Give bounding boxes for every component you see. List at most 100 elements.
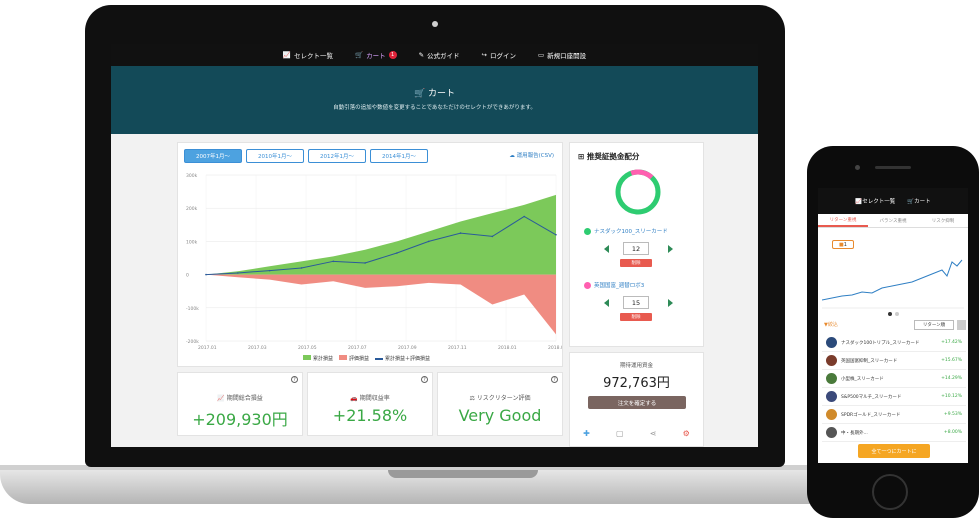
list-item[interactable]: S&P500マルチ_スリーカード +10.12% <box>822 388 966 406</box>
login-icon: ↪ <box>481 51 487 59</box>
help-icon[interactable]: ? <box>291 376 298 383</box>
download-report-link[interactable]: ☁ 運用報告(CSV) <box>509 151 554 159</box>
y-tick-label: 100k <box>186 239 198 245</box>
nav-item-guide[interactable]: ✎ 公式ガイド <box>419 50 460 60</box>
chart-icon: 📈 <box>217 395 227 402</box>
period-button-2007[interactable]: 2007年1月〜 <box>184 149 242 163</box>
data-point-total <box>396 252 398 254</box>
cart-banner: 🛒 カート 自動引落の追加や数値を変更することであなただけのセレクトができあがり… <box>111 66 758 134</box>
increment-arrow-icon[interactable] <box>668 245 673 253</box>
laptop-notch <box>388 470 538 478</box>
list-item[interactable]: SPDRゴールド_スリーカード +9.53% <box>822 406 966 424</box>
decrement-arrow-icon[interactable] <box>604 299 609 307</box>
period-button-2010[interactable]: 2010年1月〜 <box>246 149 304 163</box>
add-all-to-cart-button[interactable]: 全て一つにカートに <box>858 444 930 458</box>
fund-name-1[interactable]: ナスダック100_スリーカード <box>584 227 668 235</box>
chart-legend: 累計損益 評価損益 累計損益＋評価損益 <box>303 355 430 362</box>
summary-value: 972,763円 <box>603 376 670 391</box>
chart-icon: 📈 <box>282 51 291 59</box>
period-chip[interactable]: ■ 1 <box>832 240 854 249</box>
delete-button-2[interactable]: 削除 <box>620 313 652 321</box>
performance-chart-panel: 2007年1月〜 2010年1月〜 2012年1月〜 2014年1月〜 ☁ 運用… <box>177 142 563 367</box>
phone-mini-chart <box>822 259 964 309</box>
fund-name-2[interactable]: 英国国富_週替ロボ3 <box>584 281 644 289</box>
nav-item-cart[interactable]: 🛒 カート 1 <box>355 50 397 60</box>
doc-icon: ✎ <box>418 51 425 59</box>
cloud-download-icon: ☁ <box>509 153 517 159</box>
period-button-2012[interactable]: 2012年1月〜 <box>308 149 366 163</box>
list-item[interactable]: 小型株_スリーカード +14.29% <box>822 370 966 388</box>
filter-toggle[interactable]: ▼絞込 <box>824 321 838 328</box>
help-icon[interactable]: ? <box>551 376 558 383</box>
cart-icon: 🛒 <box>354 51 364 59</box>
page-dot <box>888 312 892 316</box>
nav-item-select-list[interactable]: 📈セレクト一覧 <box>855 197 895 205</box>
car-icon: 🚗 <box>350 395 360 402</box>
series-area-cumulative <box>206 194 556 275</box>
stat-return-rate: ? 🚗 期間収益率 +21.58% <box>307 372 433 436</box>
share-icon[interactable]: ⋖ <box>650 429 657 438</box>
nav-item-cart[interactable]: 🛒カート <box>907 197 930 205</box>
camera-icon <box>855 165 860 170</box>
tab-return[interactable]: リターン重視 <box>818 214 868 227</box>
sort-select[interactable]: リターン順 <box>914 320 954 330</box>
plus-icon[interactable]: ✚ <box>583 429 590 438</box>
list-item[interactable]: ナスダック100トリプル_スリーカード +17.42% <box>822 334 966 352</box>
document-icon[interactable]: ▢ <box>616 429 624 438</box>
stat-value: Very Good <box>458 406 542 425</box>
phone-tabs: リターン重視 バランス重視 リスク抑制 <box>818 214 968 228</box>
allocation-donut <box>615 169 661 215</box>
avatar <box>826 373 837 384</box>
x-tick-label: 2018.01 <box>498 345 517 351</box>
speaker-icon <box>875 166 911 169</box>
data-point-total <box>491 235 494 238</box>
data-point-total <box>205 273 207 276</box>
avatar <box>826 337 837 348</box>
scale-icon: ⚖ <box>469 395 477 402</box>
allocation-title: ⊞ 推奨証拠金配分 <box>578 152 640 161</box>
home-button[interactable] <box>872 474 908 510</box>
period-button-2014[interactable]: 2014年1月〜 <box>370 149 428 163</box>
tab-balance[interactable]: バランス重視 <box>868 214 918 227</box>
stat-total-pnl: ? 📈 期間総合損益 +209,930円 <box>177 372 303 436</box>
data-point-total <box>427 240 430 243</box>
y-tick-label: 200k <box>186 206 198 212</box>
performance-chart: 300k 200k 100k 0 -100k -200k2017.01 2017.03 201… <box>186 173 562 351</box>
phone-screen: 📈セレクト一覧 🛒カート リターン重視 バランス重視 リスク抑制 ■ 1 ▼絞込… <box>818 188 968 463</box>
legend-item-cumulative: 累計損益 <box>303 355 333 362</box>
x-tick-label: 2017.03 <box>248 345 267 351</box>
top-nav: 📈 セレクト一覧 🛒 カート 1 ✎ 公式ガイド ↪ ログイン ▭ 新規口座開設 <box>111 44 758 66</box>
list-item[interactable]: 英国国富抑制_スリーカード +15.67% <box>822 352 966 370</box>
gear-icon[interactable]: ⚙ <box>683 429 690 438</box>
stat-value: +21.58% <box>332 406 408 425</box>
data-point-total <box>364 262 366 264</box>
data-point-total <box>555 233 557 236</box>
phone-nav: 📈セレクト一覧 🛒カート <box>818 188 968 214</box>
decrement-arrow-icon[interactable] <box>604 245 609 253</box>
increment-arrow-icon[interactable] <box>668 299 673 307</box>
quantity-stepper-1[interactable]: 12 <box>623 242 649 255</box>
x-tick-label: 2017.01 <box>198 345 217 351</box>
sort-close-icon[interactable] <box>957 320 966 330</box>
nav-item-login[interactable]: ↪ ログイン <box>482 50 516 60</box>
data-point-total <box>459 232 462 234</box>
quantity-stepper-2[interactable]: 15 <box>623 296 649 309</box>
allocation-panel: ⊞ 推奨証拠金配分 ナスダック100_スリーカード 12 削除 英国国富_週替ロ… <box>569 142 704 347</box>
y-tick-label: -100k <box>186 306 199 312</box>
list-item[interactable]: 中・長期外... +8.00% <box>822 424 966 442</box>
delete-button-1[interactable]: 削除 <box>620 259 652 267</box>
page-subtitle: 自動引落の追加や数値を変更することであなただけのセレクトができあがります。 <box>333 105 536 111</box>
confirm-order-button[interactable]: 注文を確定する <box>588 396 686 409</box>
nav-item-select-list[interactable]: 📈 セレクト一覧 <box>283 50 333 60</box>
y-tick-label: 0 <box>186 273 189 279</box>
data-point-total <box>300 267 303 269</box>
tab-risk[interactable]: リスク抑制 <box>918 214 968 227</box>
x-tick-label: 2017.09 <box>398 345 417 351</box>
legend-item-unrealized: 評価損益 <box>339 355 369 362</box>
y-tick-label: -200k <box>186 339 199 345</box>
data-point-total <box>268 269 271 272</box>
x-tick-label: 2017.07 <box>348 345 367 351</box>
y-tick-label: 300k <box>186 173 198 179</box>
nav-item-open-account[interactable]: ▭ 新規口座開設 <box>538 50 586 60</box>
help-icon[interactable]: ? <box>421 376 428 383</box>
